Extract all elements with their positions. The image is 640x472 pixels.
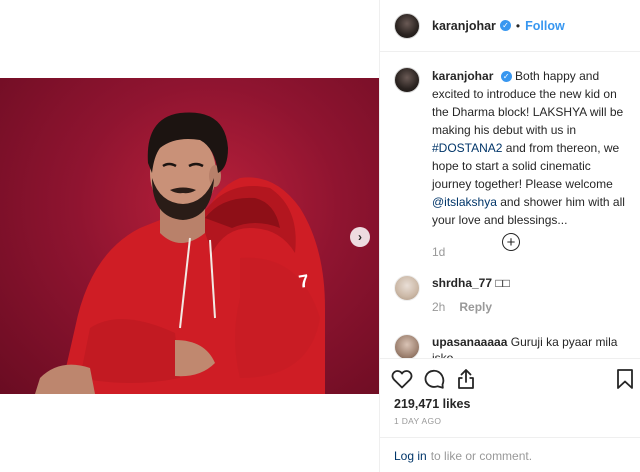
hashtag-link[interactable]: #DOSTANA2 [432,141,502,155]
mention-link[interactable]: @itslakshya [432,195,497,209]
caption-author-avatar[interactable] [394,67,420,93]
post-age[interactable]: 1 DAY AGO [394,416,441,426]
comment-icon[interactable] [422,367,446,391]
post-sidebar: karanjohar ✓ • Follow karanjohar ✓ Both … [379,0,640,472]
login-link[interactable]: Log in [394,449,427,463]
comment-timestamp[interactable]: 2h [432,300,445,314]
comment-item: upasanaaaaa Guruji ka pyaar mila isko [394,334,627,358]
login-prompt: Log in to like or comment. [380,437,640,472]
post-actions: 219,471 likes 1 DAY AGO Log in to like o… [380,358,640,472]
next-photo-button[interactable]: › [350,227,370,247]
comment-text: □□ [495,276,510,290]
action-icons [390,367,635,393]
comment-meta: 2h Reply [432,299,510,315]
likes-count[interactable]: 219,471 likes [394,397,470,411]
author-username[interactable]: karanjohar [432,19,496,33]
comments-section[interactable]: karanjohar ✓ Both happy and excited to i… [380,53,640,358]
post-photo[interactable]: 7 [0,78,379,394]
reply-button[interactable]: Reply [459,300,492,314]
caption-username[interactable]: karanjohar [432,69,493,83]
author-avatar[interactable] [394,12,420,39]
chevron-right-icon: › [358,230,362,244]
post-caption: karanjohar ✓ Both happy and excited to i… [394,67,627,261]
plus-circle-icon: + [506,233,516,251]
commenter-avatar[interactable] [394,334,420,358]
comment-username[interactable]: upasanaaaaa [432,335,507,349]
media-pane: 7 › [0,0,379,472]
comment-username[interactable]: shrdha_77 [432,276,492,290]
comment-body: shrdha_77 □□ 2h Reply [432,275,510,315]
caption-timestamp[interactable]: 1d [432,243,626,261]
commenter-avatar[interactable] [394,275,420,301]
verified-badge-icon: ✓ [499,20,511,31]
heart-icon[interactable] [390,367,414,391]
follow-button[interactable]: Follow [525,19,565,33]
verified-badge-icon: ✓ [500,71,512,83]
portrait-illustration: 7 [35,112,325,394]
bookmark-icon[interactable] [613,367,637,391]
comment-body: upasanaaaaa Guruji ka pyaar mila isko [432,334,627,358]
post-header: karanjohar ✓ • Follow [380,0,640,52]
login-prompt-text: to like or comment. [430,448,533,463]
caption-body: karanjohar ✓ Both happy and excited to i… [432,67,626,261]
separator-dot: • [515,18,521,33]
load-more-comments-button[interactable]: + [502,233,520,251]
comment-item: shrdha_77 □□ 2h Reply [394,275,627,315]
share-icon[interactable] [454,367,478,391]
